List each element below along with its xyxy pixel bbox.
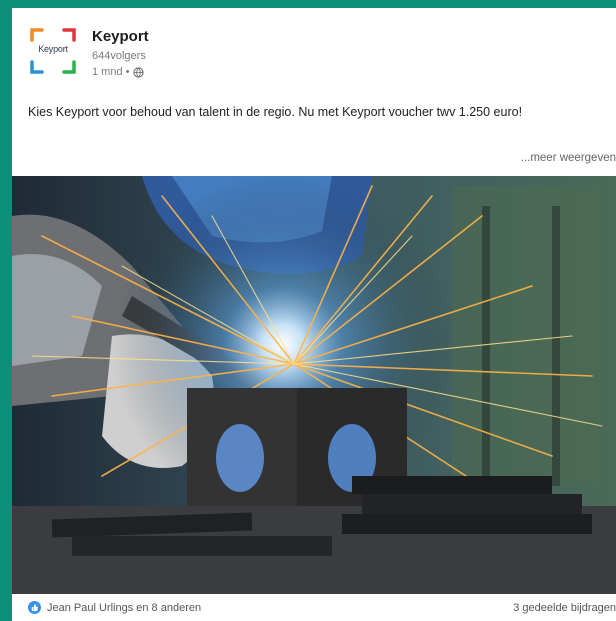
shares-count[interactable]: 3 gedeelde bijdragen: [513, 602, 616, 614]
globe-icon: [133, 66, 145, 78]
reactions-summary[interactable]: Jean Paul Urlings en 8 anderen: [28, 601, 201, 614]
post-footer: Jean Paul Urlings en 8 anderen 3 gedeeld…: [12, 594, 616, 621]
like-icon: [28, 601, 41, 614]
post-card: Keyport Keyport 644volgers 1 mnd • Kies …: [12, 8, 616, 621]
post-meta: 1 mnd •: [92, 66, 145, 78]
company-logo[interactable]: Keyport: [28, 26, 78, 76]
post-image-welding[interactable]: [12, 176, 616, 594]
post-time: 1 mnd •: [92, 66, 130, 78]
post-header: Keyport Keyport 644volgers 1 mnd •: [12, 8, 616, 94]
follower-count: 644volgers: [92, 50, 146, 62]
company-name-link[interactable]: Keyport: [92, 28, 149, 45]
welding-photo: [12, 176, 616, 594]
reactions-label: Jean Paul Urlings en 8 anderen: [47, 601, 202, 614]
logo-wordmark: Keyport: [38, 44, 68, 54]
post-text: Kies Keyport voor behoud van talent in d…: [28, 105, 523, 119]
see-more-link[interactable]: ...meer weergeven: [521, 152, 616, 164]
